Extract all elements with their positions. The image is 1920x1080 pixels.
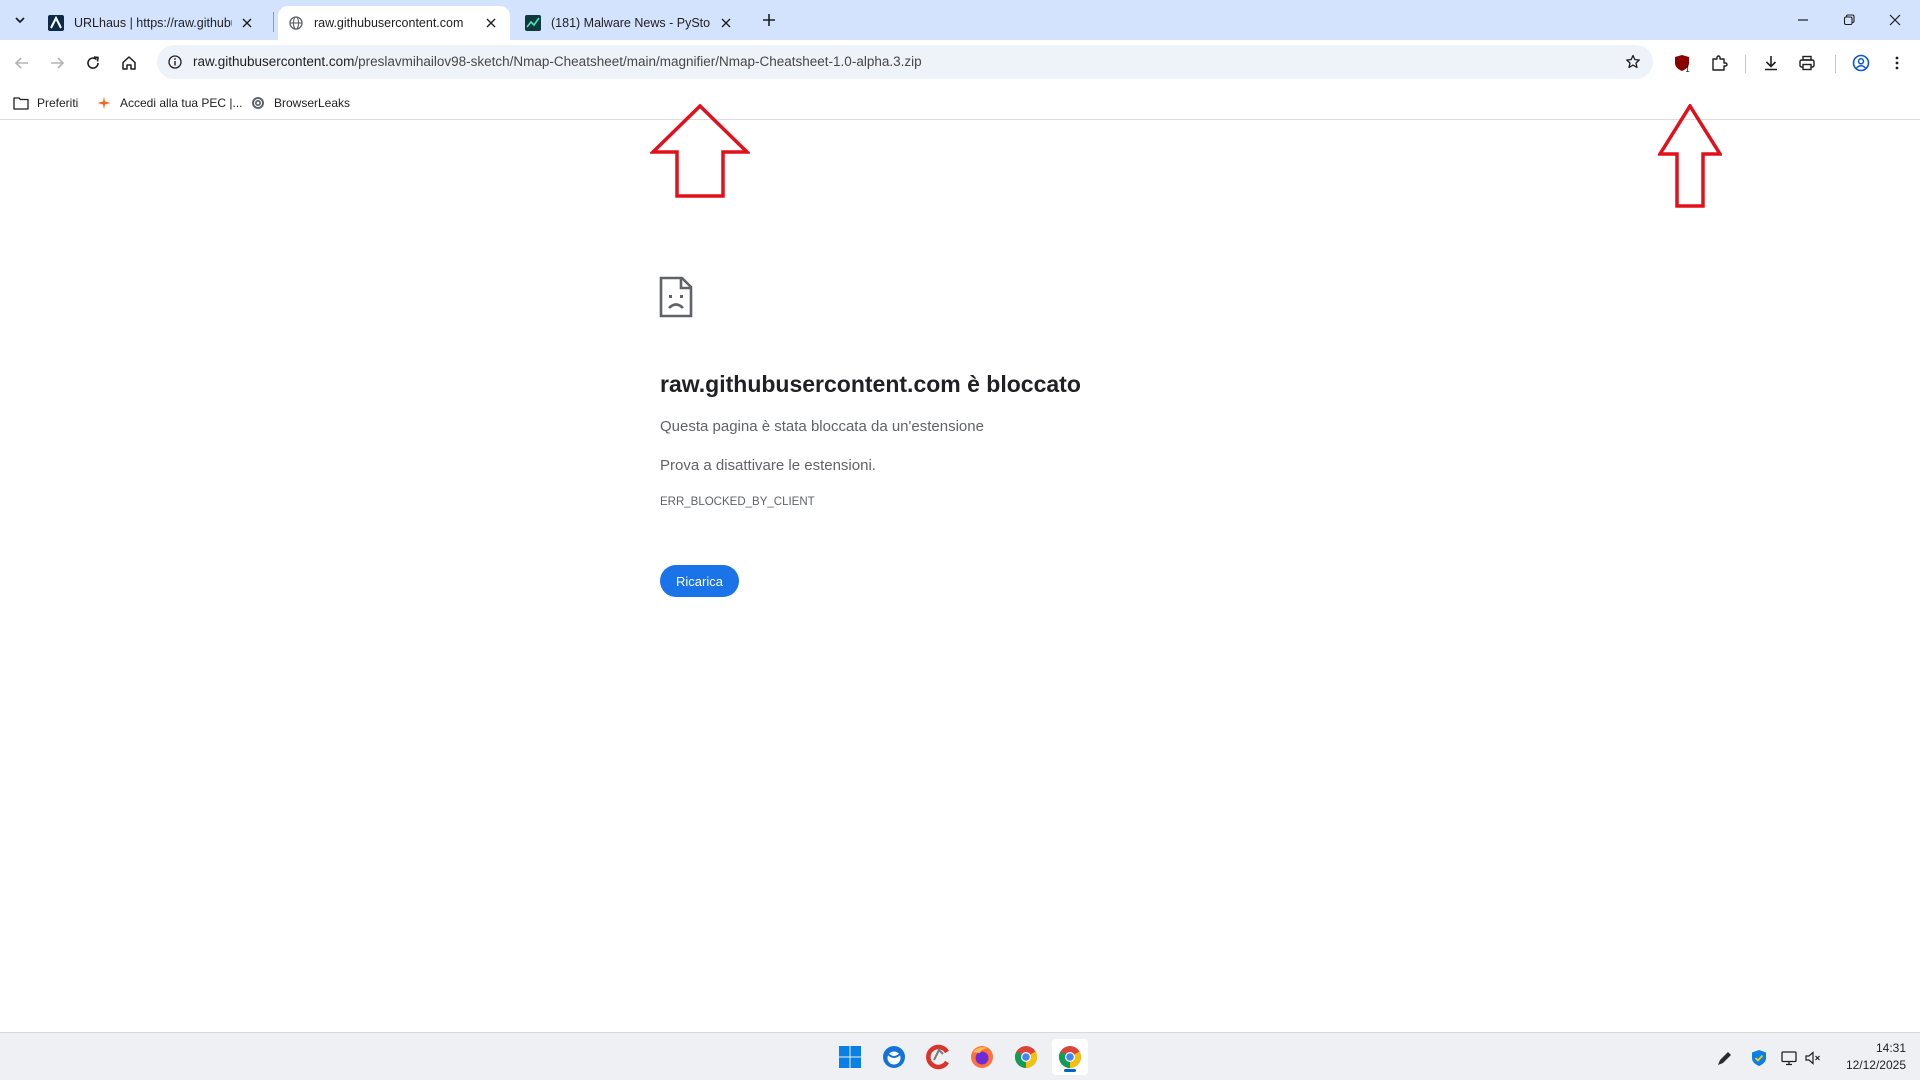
back-button[interactable]: [7, 48, 37, 78]
system-clock[interactable]: 14:31 12/12/2025: [1846, 1040, 1906, 1074]
reload-button[interactable]: [78, 48, 108, 78]
chart-favicon-icon: [525, 15, 541, 31]
tab-title: raw.githubusercontent.com: [314, 16, 464, 30]
bookmark-preferiti[interactable]: Preferiti: [13, 92, 78, 114]
printer-icon: [1799, 55, 1815, 71]
firefox-icon[interactable]: [964, 1039, 1000, 1075]
ccleaner-icon[interactable]: [920, 1039, 956, 1075]
globe-icon: [288, 15, 304, 31]
tab-separator: [273, 12, 274, 32]
red-arrow-annotation: [650, 104, 750, 198]
toolbar-separator: [1745, 55, 1746, 73]
reload-page-button[interactable]: Ricarica: [660, 565, 739, 597]
browser-toolbar: raw.githubusercontent.com/preslavmihailo…: [0, 40, 1920, 86]
account-circle-icon: [1852, 54, 1870, 72]
restore-button[interactable]: [1826, 0, 1872, 40]
clock-time: 14:31: [1875, 1041, 1906, 1055]
tab-urlhaus[interactable]: URLhaus | https://raw.githubuse: [38, 6, 266, 40]
puzzle-icon: [1712, 55, 1728, 71]
close-icon: [1889, 14, 1901, 26]
pen-menu-icon[interactable]: [1714, 1047, 1736, 1069]
print-button[interactable]: [1792, 48, 1822, 78]
network-icon[interactable]: [1778, 1047, 1800, 1069]
bookmark-pec[interactable]: Accedi alla tua PEC |...: [96, 92, 243, 114]
browserleaks-icon: [250, 95, 266, 111]
arrow-left-icon: [14, 57, 28, 69]
url-path: /preslavmihailov98-sketch/Nmap-Cheatshee…: [354, 54, 922, 69]
error-hint: Prova a disattivare le estensioni.: [660, 457, 876, 474]
pec-star-icon: [96, 95, 112, 111]
minimize-icon: [1798, 19, 1808, 21]
url-text[interactable]: raw.githubusercontent.com/preslavmihailo…: [193, 54, 922, 69]
restore-icon: [1843, 14, 1855, 26]
folder-icon: [13, 95, 29, 111]
shield-icon: 1: [1675, 55, 1690, 73]
error-code: ERR_BLOCKED_BY_CLIENT: [660, 496, 815, 508]
downloads-button[interactable]: [1756, 48, 1786, 78]
error-page: raw.githubusercontent.com è bloccato Que…: [0, 121, 1920, 1032]
arrow-right-icon: [51, 57, 65, 69]
new-tab-button[interactable]: [758, 9, 780, 31]
bookmarks-bar: Preferiti Accedi alla tua PEC |... Brows…: [0, 86, 1920, 120]
download-icon: [1765, 56, 1777, 71]
red-arrow-annotation: [1658, 104, 1722, 208]
more-vert-icon: [1895, 56, 1899, 70]
menu-button[interactable]: [1882, 48, 1912, 78]
tab-title: URLhaus | https://raw.githubuse: [74, 16, 232, 30]
profile-button[interactable]: [1846, 48, 1876, 78]
windows-taskbar: 14:31 12/12/2025: [0, 1032, 1920, 1080]
clock-date: 12/12/2025: [1845, 1058, 1906, 1072]
bookmark-label: Accedi alla tua PEC |...: [120, 96, 243, 110]
tab-malware-news[interactable]: (181) Malware News - PyStoreR: [515, 6, 745, 40]
home-icon: [122, 56, 136, 70]
close-icon[interactable]: [238, 14, 256, 32]
address-bar[interactable]: raw.githubusercontent.com/preslavmihailo…: [157, 45, 1653, 79]
url-host: raw.githubusercontent.com: [193, 54, 355, 69]
volume-muted-icon[interactable]: [1802, 1047, 1824, 1069]
plus-icon: [763, 14, 775, 26]
tab-search-button[interactable]: [7, 8, 33, 32]
bookmark-label: BrowserLeaks: [274, 96, 351, 110]
home-button[interactable]: [114, 48, 144, 78]
tab-title: (181) Malware News - PyStoreR: [551, 16, 711, 30]
tab-raw-githubusercontent[interactable]: raw.githubusercontent.com: [278, 6, 510, 40]
minimize-button[interactable]: [1780, 0, 1826, 40]
chrome-icon[interactable]: [1052, 1039, 1088, 1075]
chevron-down-icon: [15, 17, 25, 24]
tab-strip: URLhaus | https://raw.githubuse raw.gith…: [0, 0, 1920, 40]
ublock-extension-button[interactable]: 1: [1668, 48, 1698, 78]
forward-button[interactable]: [42, 48, 72, 78]
error-title: raw.githubusercontent.com è bloccato: [660, 371, 1081, 397]
toolbar-separator: [1835, 55, 1836, 73]
site-info-icon[interactable]: [165, 52, 185, 72]
extension-badge: 1: [1685, 65, 1690, 73]
active-app-indicator: [1064, 1069, 1076, 1072]
urlhaus-logo-icon: [48, 15, 64, 31]
reload-icon: [87, 56, 99, 69]
defender-shield-icon[interactable]: [1748, 1047, 1770, 1069]
thunderbird-icon[interactable]: [876, 1039, 912, 1075]
bookmark-browserleaks[interactable]: BrowserLeaks: [250, 92, 350, 114]
bookmark-star-icon[interactable]: [1623, 52, 1643, 72]
extensions-button[interactable]: [1704, 48, 1734, 78]
chrome-icon[interactable]: [1008, 1039, 1044, 1075]
close-icon[interactable]: [717, 14, 735, 32]
close-icon[interactable]: [482, 14, 500, 32]
error-description: Questa pagina è stata bloccata da un'est…: [660, 418, 984, 435]
sad-document-icon: [659, 276, 693, 318]
bookmark-label: Preferiti: [37, 96, 79, 110]
windows-start-icon[interactable]: [832, 1039, 868, 1075]
close-window-button[interactable]: [1872, 0, 1918, 40]
